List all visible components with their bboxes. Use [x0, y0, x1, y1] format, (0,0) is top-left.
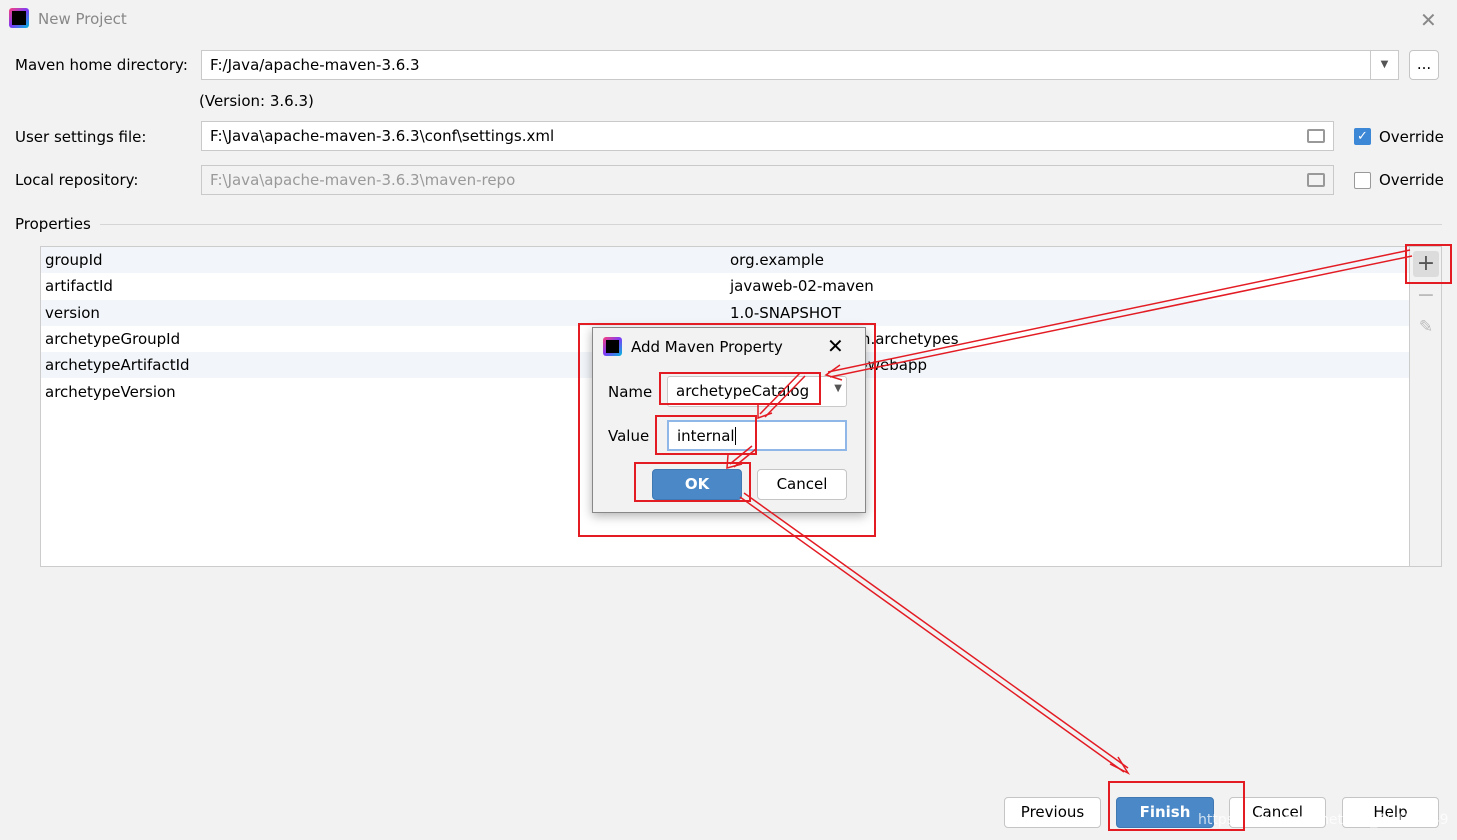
annotation-arrows [726, 249, 1413, 775]
